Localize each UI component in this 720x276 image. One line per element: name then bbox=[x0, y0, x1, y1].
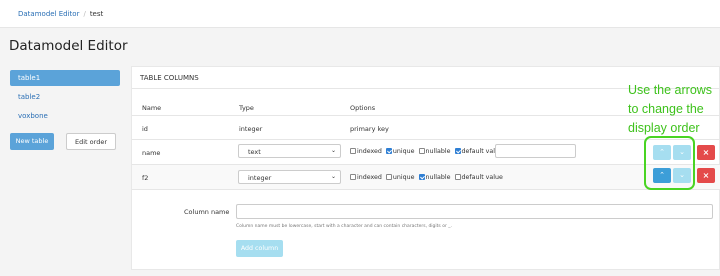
row-name-type-select[interactable]: text ⌄ bbox=[238, 144, 341, 158]
page-title: Datamodel Editor bbox=[9, 38, 128, 54]
delete-column-button[interactable]: × bbox=[697, 168, 715, 183]
row-name-name: name bbox=[142, 149, 161, 157]
chevron-down-icon: ⌄ bbox=[330, 147, 336, 154]
add-column-button[interactable]: Add column bbox=[236, 240, 283, 257]
unique-checkbox[interactable] bbox=[385, 174, 392, 180]
nullable-checkbox[interactable] bbox=[418, 174, 425, 180]
nullable-checkbox[interactable] bbox=[418, 148, 425, 154]
annotation-highlight-ring bbox=[644, 136, 695, 190]
breadcrumb-separator: / bbox=[83, 10, 86, 18]
column-name-hint: Column name must be lowercase, start wit… bbox=[236, 224, 452, 229]
header-options: Options bbox=[350, 104, 376, 112]
indexed-label: indexed bbox=[357, 174, 382, 181]
header-type: Type bbox=[239, 104, 254, 112]
row-f2-options: indexed unique nullable default value bbox=[350, 174, 503, 181]
sidebar-item-table1[interactable]: table1 bbox=[10, 70, 120, 86]
indexed-checkbox[interactable] bbox=[350, 174, 356, 180]
new-table-button[interactable]: New table bbox=[10, 133, 54, 150]
unique-checkbox[interactable] bbox=[385, 148, 392, 154]
row-id-options: primary key bbox=[350, 125, 389, 133]
breadcrumb-current: test bbox=[89, 10, 104, 18]
breadcrumb-root-link[interactable]: Datamodel Editor bbox=[18, 10, 79, 18]
delete-column-button[interactable]: × bbox=[697, 145, 715, 160]
nullable-label: nullable bbox=[425, 148, 451, 155]
default-value-label: default value bbox=[461, 174, 503, 181]
row-f2-name: f2 bbox=[142, 174, 149, 182]
edit-order-button[interactable]: Edit order bbox=[66, 133, 116, 150]
close-icon: × bbox=[702, 171, 710, 180]
annotation-text: Use the arrows to change the display ord… bbox=[628, 83, 713, 135]
nullable-label: nullable bbox=[425, 174, 451, 181]
row-f2-type-select[interactable]: integer ⌄ bbox=[238, 170, 341, 184]
divider bbox=[132, 139, 720, 140]
default-value-checkbox[interactable] bbox=[454, 174, 461, 180]
chevron-down-icon: ⌄ bbox=[330, 173, 336, 180]
default-value-checkbox[interactable] bbox=[454, 148, 461, 154]
close-icon: × bbox=[702, 148, 710, 157]
unique-label: unique bbox=[392, 148, 415, 155]
row-id-name: id bbox=[142, 125, 148, 133]
breadcrumb: Datamodel Editor / test bbox=[0, 0, 720, 28]
column-name-label: Column name bbox=[184, 208, 230, 216]
select-value: text bbox=[248, 148, 261, 156]
header-name: Name bbox=[142, 104, 162, 112]
sidebar-item-table2[interactable]: table2 bbox=[10, 89, 120, 105]
row-name-options: indexed unique nullable default value bbox=[350, 148, 503, 155]
indexed-label: indexed bbox=[357, 148, 382, 155]
column-name-input[interactable] bbox=[236, 204, 713, 219]
default-value-input[interactable] bbox=[495, 144, 576, 158]
row-id-type: integer bbox=[239, 125, 263, 133]
unique-label: unique bbox=[392, 174, 415, 181]
sidebar-item-voxbone[interactable]: voxbone bbox=[10, 108, 120, 124]
indexed-checkbox[interactable] bbox=[350, 148, 356, 154]
select-value: integer bbox=[248, 174, 272, 182]
divider bbox=[132, 189, 720, 190]
